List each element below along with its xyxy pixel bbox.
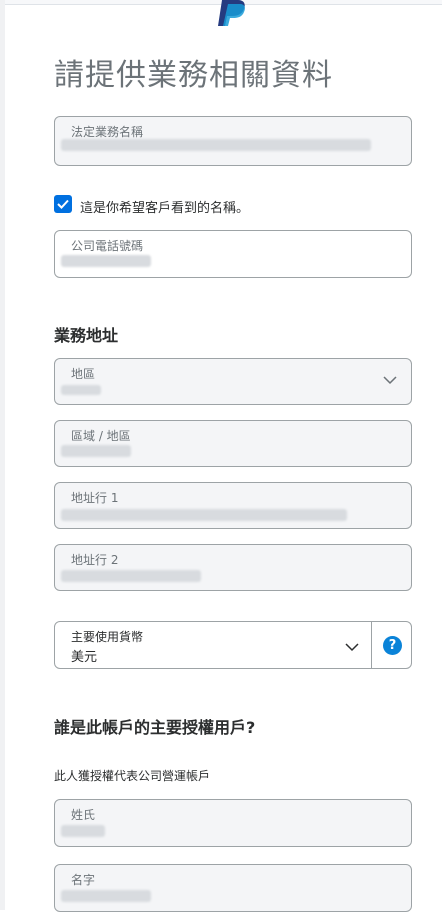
redacted-value	[61, 825, 105, 837]
address-line-2-label: 地址行 2	[71, 553, 119, 567]
region-select[interactable]: 地區	[54, 358, 412, 405]
business-name-label: 法定業務名稱	[71, 125, 144, 139]
business-name-field[interactable]: 法定業務名稱	[54, 116, 412, 166]
authorized-user-description: 此人獲授權代表公司營運帳戶	[54, 769, 211, 783]
authorized-user-heading: 誰是此帳戶的主要授權用戶?	[54, 718, 256, 737]
first-name-field[interactable]: 名字	[54, 864, 412, 912]
display-name-checkbox-label: 這是你希望客戶看到的名稱。	[80, 201, 250, 216]
redacted-value	[61, 445, 131, 457]
chevron-down-icon	[383, 376, 397, 385]
currency-help-button[interactable]: ?	[371, 621, 412, 669]
currency-value: 美元	[71, 650, 98, 665]
redacted-value	[61, 570, 201, 582]
page-title: 請提供業務相關資料	[54, 58, 333, 93]
business-address-heading: 業務地址	[54, 326, 119, 345]
checkmark-icon	[57, 199, 69, 209]
chevron-down-icon	[345, 643, 359, 652]
company-phone-label: 公司電話號碼	[71, 239, 144, 253]
display-name-checkbox[interactable]	[54, 195, 72, 213]
redacted-value	[61, 255, 151, 267]
currency-label: 主要使用貨幣	[71, 630, 144, 644]
address-line-1-field[interactable]: 地址行 1	[54, 482, 412, 529]
region-label: 地區	[71, 367, 96, 381]
last-name-field[interactable]: 姓氏	[54, 799, 412, 847]
currency-group: 主要使用貨幣 美元 ?	[54, 621, 412, 669]
last-name-label: 姓氏	[71, 808, 96, 822]
help-icon: ?	[383, 636, 402, 655]
area-field[interactable]: 區域 / 地區	[54, 420, 412, 467]
currency-select[interactable]: 主要使用貨幣 美元	[54, 621, 372, 669]
redacted-value	[61, 890, 151, 902]
address-line-2-field[interactable]: 地址行 2	[54, 544, 412, 591]
redacted-value	[61, 139, 371, 151]
left-edge	[0, 0, 5, 910]
first-name-label: 名字	[71, 873, 96, 887]
address-line-1-label: 地址行 1	[71, 491, 119, 505]
area-label: 區域 / 地區	[71, 429, 131, 443]
redacted-value	[61, 385, 101, 395]
redacted-value	[61, 509, 347, 521]
company-phone-field[interactable]: 公司電話號碼	[54, 230, 412, 278]
paypal-logo-icon	[218, 0, 245, 26]
